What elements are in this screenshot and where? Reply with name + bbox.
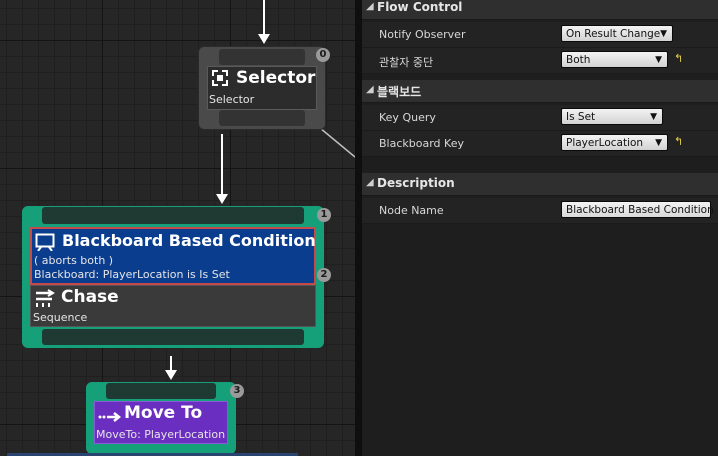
- decorator-abort-info: ( aborts both ): [34, 254, 114, 267]
- notify-observer-value: On Result Change: [566, 28, 661, 40]
- collapse-arrow-icon[interactable]: ◢: [366, 84, 374, 95]
- details-panel: ◢ Flow Control Notify Observer On Result…: [362, 0, 718, 456]
- decorator-title: Blackboard Based Condition: [62, 231, 316, 250]
- reset-to-default-icon[interactable]: ↰: [674, 52, 683, 65]
- chase-title: Chase: [61, 287, 119, 307]
- chase-output-pin[interactable]: [42, 329, 304, 345]
- section-flow-control[interactable]: ◢ Flow Control: [362, 0, 718, 20]
- row-notify-observer: Notify Observer On Result Change ▼: [362, 22, 718, 48]
- chase-subtitle: Sequence: [33, 311, 88, 324]
- move-to-icon: [98, 408, 122, 422]
- observer-aborts-label: 관찰자 중단: [379, 56, 434, 69]
- reset-to-default-icon[interactable]: ↰: [674, 135, 683, 148]
- chevron-down-icon: ▼: [655, 55, 662, 65]
- section-blackboard[interactable]: ◢ 블랙보드: [362, 80, 718, 103]
- row-node-name: Node Name Blackboard Based Condition: [362, 198, 718, 224]
- chevron-down-icon: ▼: [655, 138, 662, 148]
- collapse-arrow-icon[interactable]: ◢: [366, 177, 374, 188]
- row-key-query: Key Query Is Set ▼: [362, 105, 718, 131]
- chevron-down-icon: ▼: [650, 112, 657, 122]
- observer-aborts-dropdown[interactable]: Both ▼: [561, 51, 668, 68]
- chase-input-pin[interactable]: [42, 207, 304, 224]
- move-to-body: Move To MoveTo: PlayerLocation: [94, 401, 228, 444]
- key-query-label: Key Query: [379, 111, 436, 124]
- chase-index-badge: 1: [317, 208, 331, 222]
- section-description[interactable]: ◢ Description: [362, 173, 718, 196]
- chevron-down-icon: ▼: [660, 29, 667, 39]
- chase-composite[interactable]: Chase Sequence: [30, 285, 316, 327]
- selector-index-badge: 0: [316, 48, 330, 62]
- row-blackboard-key: Blackboard Key PlayerLocation ▼ ↰: [362, 131, 718, 157]
- move-to-index-badge: 3: [230, 384, 244, 398]
- notify-observer-dropdown[interactable]: On Result Change ▼: [561, 25, 673, 42]
- section-blackboard-title: 블랙보드: [377, 85, 422, 99]
- key-query-dropdown[interactable]: Is Set ▼: [561, 108, 663, 125]
- chase-node[interactable]: Blackboard Based Condition ( aborts both…: [22, 206, 324, 348]
- observer-aborts-value: Both: [566, 54, 591, 66]
- row-observer-aborts: 관찰자 중단 Both ▼ ↰: [362, 48, 718, 74]
- notify-observer-label: Notify Observer: [379, 28, 466, 41]
- move-to-subtitle: MoveTo: PlayerLocation: [96, 428, 226, 441]
- node-name-field[interactable]: Blackboard Based Condition: [561, 201, 714, 218]
- blackboard-key-value: PlayerLocation: [566, 137, 644, 149]
- blackboard-key-label: Blackboard Key: [379, 137, 464, 150]
- move-to-title: Move To: [124, 403, 203, 423]
- move-to-node[interactable]: Move To MoveTo: PlayerLocation: [86, 382, 236, 454]
- selector-input-pin[interactable]: [219, 49, 305, 65]
- selector-subtitle: Selector: [209, 93, 255, 106]
- selector-output-pin[interactable]: [219, 110, 305, 126]
- key-query-value: Is Set: [566, 111, 596, 123]
- board-icon: [35, 233, 55, 252]
- details-empty-area: [362, 224, 718, 456]
- sequence-icon: [34, 289, 56, 307]
- selector-title: Selector: [236, 68, 316, 88]
- blackboard-decorator[interactable]: Blackboard Based Condition ( aborts both…: [30, 227, 316, 285]
- section-description-title: Description: [377, 176, 455, 190]
- blackboard-key-dropdown[interactable]: PlayerLocation ▼: [561, 134, 668, 151]
- selector-icon: [212, 70, 228, 86]
- panel-splitter[interactable]: [355, 0, 362, 456]
- node-name-value: Blackboard Based Condition: [566, 204, 714, 216]
- move-to-input-pin[interactable]: [106, 383, 216, 399]
- behavior-tree-graph[interactable]: Selector Selector 0 Blackboard Based Con…: [0, 0, 355, 456]
- node-name-label: Node Name: [379, 204, 444, 217]
- section-flow-control-title: Flow Control: [377, 0, 463, 14]
- selector-node[interactable]: Selector Selector: [198, 46, 326, 130]
- decorator-blackboard-info: Blackboard: PlayerLocation is Is Set: [34, 268, 230, 281]
- decorator-index-badge: 2: [317, 268, 331, 282]
- collapse-arrow-icon[interactable]: ◢: [366, 1, 374, 12]
- selector-body: Selector Selector: [207, 66, 317, 110]
